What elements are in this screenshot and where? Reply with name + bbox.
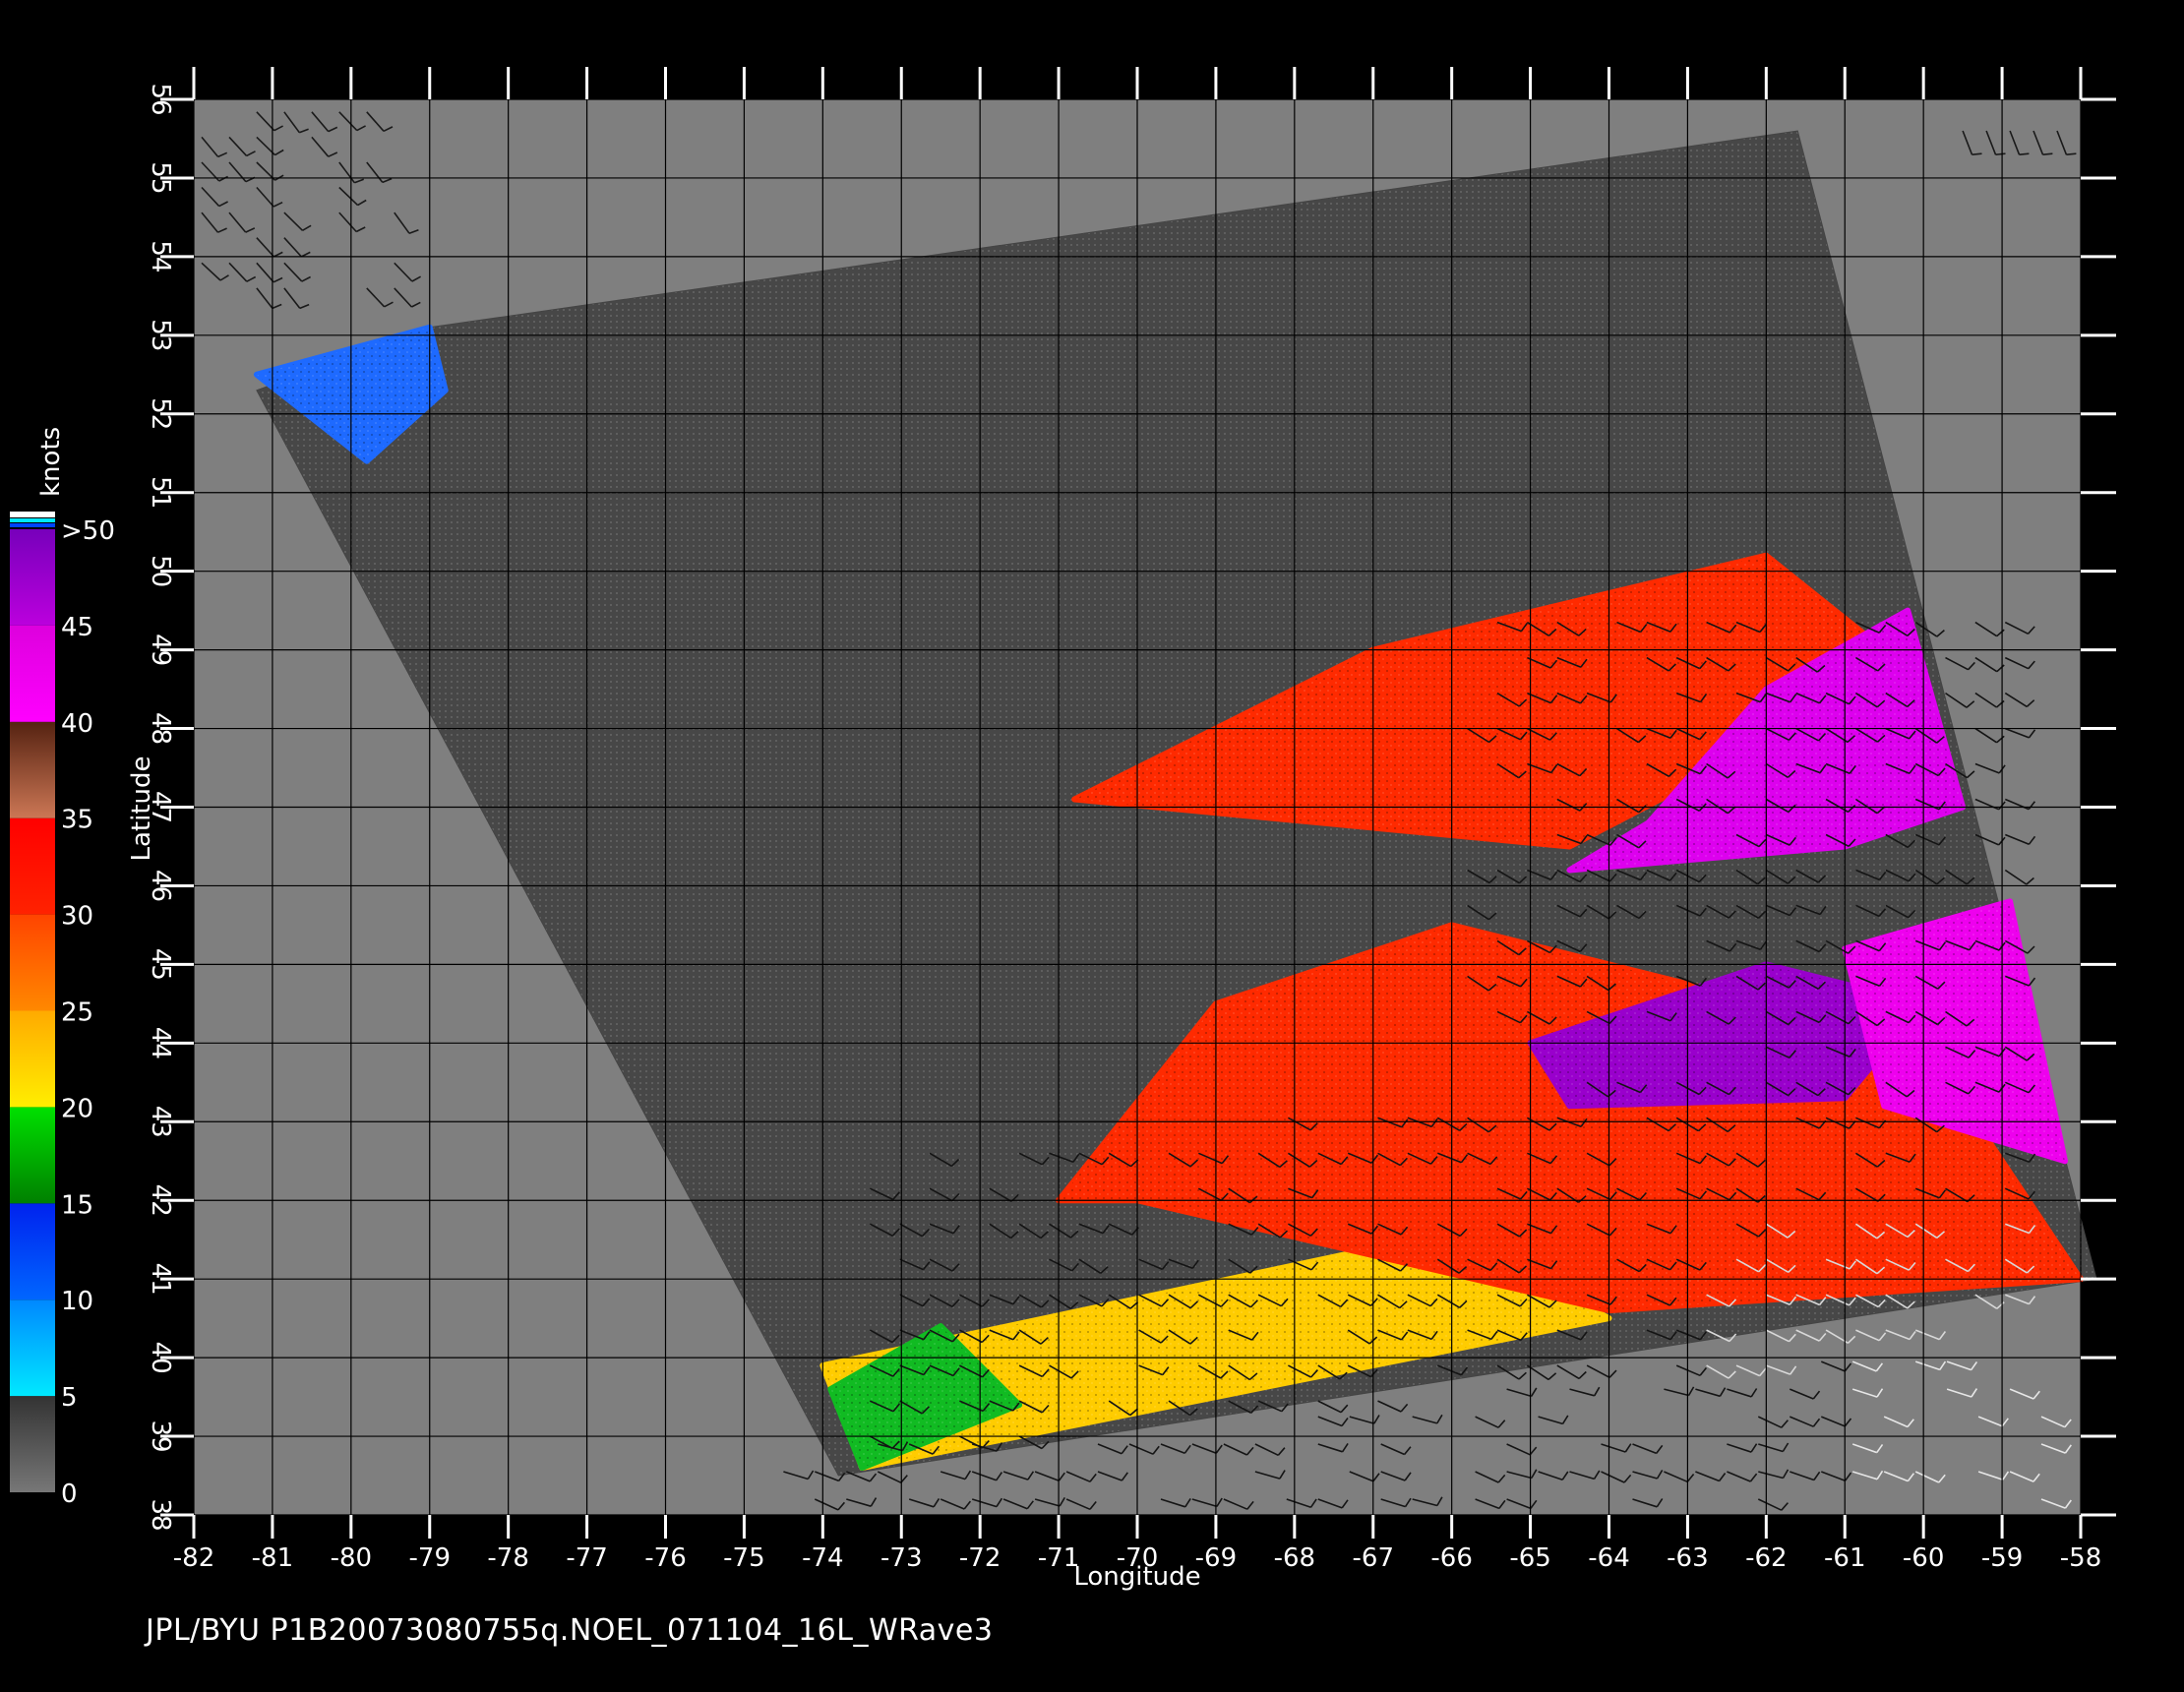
colorbar-label-9: 45 — [61, 613, 93, 642]
colorbar-label-8: 40 — [61, 709, 93, 739]
y-tick-label-10: 48 — [146, 712, 175, 745]
colorbar-band-1 — [10, 1299, 55, 1397]
colorbar-band-4 — [10, 1010, 55, 1108]
x-tick-label-13: -69 — [1195, 1543, 1237, 1573]
colorbar: 0 5 10 15 20 25 30 35 40 45 >50 knots — [10, 427, 115, 1509]
x-tick-label-0: -82 — [173, 1543, 214, 1573]
y-tick-label-14: 52 — [146, 397, 175, 430]
colorbar-top-stripe-blue — [10, 523, 55, 527]
y-tick-label-0: 38 — [146, 1498, 175, 1531]
y-tick-label-3: 41 — [146, 1263, 175, 1296]
y-axis-title: Latitude — [127, 755, 156, 861]
x-tick-label-24: -58 — [2060, 1543, 2101, 1573]
colorbar-band-3 — [10, 1107, 55, 1204]
colorbar-label-1: 5 — [61, 1383, 78, 1413]
x-axis-title: Longitude — [1073, 1562, 1200, 1592]
x-tick-label-6: -76 — [644, 1543, 686, 1573]
x-tick-label-9: -73 — [880, 1543, 922, 1573]
x-tick-label-10: -72 — [959, 1543, 1001, 1573]
colorbar-label-6: 30 — [61, 902, 93, 932]
x-tick-label-3: -79 — [409, 1543, 451, 1573]
y-tick-label-6: 44 — [146, 1027, 175, 1059]
x-tick-label-7: -75 — [723, 1543, 764, 1573]
y-tick-label-2: 40 — [146, 1342, 175, 1374]
y-tick-label-15: 53 — [146, 319, 175, 351]
x-tick-label-5: -77 — [566, 1543, 607, 1573]
x-tick-label-2: -80 — [331, 1543, 372, 1573]
colorbar-label-3: 15 — [61, 1190, 93, 1220]
y-tick-label-13: 51 — [146, 476, 175, 509]
y-tick-label-18: 56 — [146, 83, 175, 115]
x-tick-label-20: -62 — [1745, 1543, 1787, 1573]
colorbar-band-6 — [10, 817, 55, 915]
colorbar-band-2 — [10, 1203, 55, 1300]
colorbar-band-7 — [10, 721, 55, 818]
y-tick-label-16: 54 — [146, 240, 175, 272]
colorbar-label-0: 0 — [61, 1480, 78, 1509]
y-tick-label-4: 42 — [146, 1184, 175, 1217]
x-tick-label-16: -66 — [1430, 1543, 1472, 1573]
y-tick-label-12: 50 — [146, 555, 175, 587]
colorbar-top-stripe-cyan — [10, 518, 55, 522]
x-tick-label-1: -81 — [252, 1543, 293, 1573]
x-tick-label-15: -67 — [1353, 1543, 1394, 1573]
x-tick-label-14: -68 — [1274, 1543, 1315, 1573]
colorbar-band-5 — [10, 914, 55, 1011]
colorbar-label-2: 10 — [61, 1287, 93, 1316]
colorbar-band-9 — [10, 529, 55, 626]
colorbar-band-0 — [10, 1396, 55, 1492]
x-tick-label-17: -65 — [1509, 1543, 1550, 1573]
x-tick-label-22: -60 — [1903, 1543, 1944, 1573]
colorbar-label-7: 35 — [61, 806, 93, 835]
x-tick-label-19: -63 — [1667, 1543, 1708, 1573]
x-tick-label-23: -59 — [1981, 1543, 2023, 1573]
x-tick-label-21: -61 — [1824, 1543, 1865, 1573]
colorbar-band-8 — [10, 625, 55, 722]
colorbar-label-4: 20 — [61, 1094, 93, 1123]
colorbar-top-stripe-white — [10, 512, 55, 517]
y-tick-label-11: 49 — [146, 634, 175, 666]
colorbar-label-10: >50 — [61, 516, 115, 546]
colorbar-title: knots — [36, 427, 66, 497]
x-tick-label-4: -78 — [487, 1543, 528, 1573]
x-tick-label-18: -64 — [1588, 1543, 1629, 1573]
y-tick-label-17: 55 — [146, 161, 175, 194]
y-tick-label-5: 43 — [146, 1106, 175, 1138]
footer-caption: JPL/BYU P1B20073080755q.NOEL_071104_16L_… — [146, 1613, 994, 1648]
y-tick-label-8: 46 — [146, 870, 175, 902]
wind-speed-map: -82 -81 -80 -79 -78 -77 -76 -75 -74 -73 -72 -71 -70-… — [10, 67, 2116, 1592]
colorbar-label-5: 25 — [61, 998, 93, 1028]
x-tick-label-8: -74 — [802, 1543, 843, 1573]
y-tick-label-7: 45 — [146, 948, 175, 981]
y-tick-label-1: 39 — [146, 1420, 175, 1453]
